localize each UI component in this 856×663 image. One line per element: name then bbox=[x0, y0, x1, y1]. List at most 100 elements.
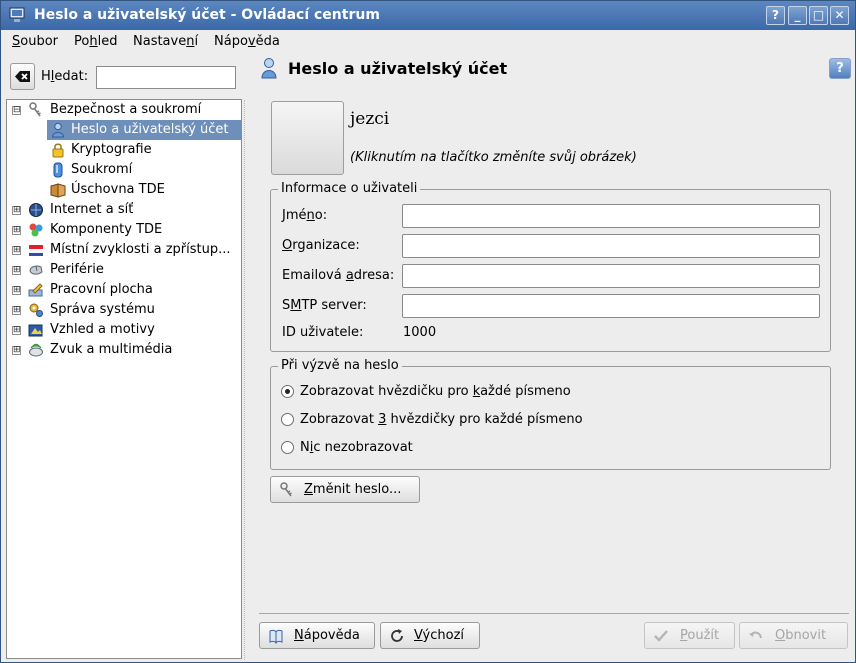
minimize-button[interactable]: _ bbox=[788, 6, 807, 25]
expand-icon[interactable]: ⊞ bbox=[12, 226, 21, 235]
face-image-button[interactable] bbox=[271, 101, 344, 175]
menu-soubor[interactable]: Soubor bbox=[12, 34, 58, 49]
expand-icon[interactable]: ⊞ bbox=[12, 326, 21, 335]
menu-label-pre: Nastave bbox=[133, 34, 187, 49]
tree-item-label: Vzhled a motivy bbox=[50, 322, 155, 337]
username-label: jezci bbox=[350, 109, 390, 129]
option-label: Zobrazovat hvězdičku pro každé písmeno bbox=[300, 384, 571, 399]
user-id-value: 1000 bbox=[403, 325, 437, 340]
tree-item-label: Správa systému bbox=[50, 302, 155, 317]
tree-item-mistni[interactable]: ⊞ Místní zvyklosti a zpřístup... bbox=[7, 240, 241, 260]
components-icon bbox=[29, 223, 43, 237]
flag-icon bbox=[29, 245, 43, 256]
lock-icon bbox=[52, 143, 64, 158]
menu-label-post: oubor bbox=[20, 34, 59, 49]
label-post: bnovit bbox=[785, 628, 827, 643]
context-help-button[interactable]: ? bbox=[766, 6, 785, 25]
label-accel: n bbox=[306, 208, 315, 223]
group-title: Při výzvě na heslo bbox=[278, 358, 402, 373]
button-label: Změnit heslo... bbox=[304, 482, 401, 497]
tree-item-internet[interactable]: ⊞ Internet a síť bbox=[7, 200, 241, 220]
menu-pohled[interactable]: Pohled bbox=[74, 34, 117, 49]
expand-icon[interactable]: ⊞ bbox=[12, 206, 21, 215]
tree-item-heslo-selected[interactable]: Heslo a uživatelský účet bbox=[7, 120, 241, 140]
option-label: Nic nezobrazovat bbox=[300, 440, 413, 455]
menu-nastaveni[interactable]: Nastavení bbox=[133, 34, 198, 49]
tree-item-periferie[interactable]: ⊞ Periférie bbox=[7, 260, 241, 280]
label-accel: O bbox=[282, 238, 293, 253]
menu-label-accel: h bbox=[89, 34, 98, 49]
menu-bar: Soubor Pohled Nastavení Nápověda bbox=[1, 30, 855, 54]
label-post: ýchozí bbox=[422, 628, 465, 643]
panel-splitter[interactable] bbox=[244, 100, 247, 660]
tree-item-vzhled[interactable]: ⊞ Vzhled a motivy bbox=[7, 320, 241, 340]
collapse-icon[interactable]: ⊟ bbox=[12, 106, 21, 115]
tree-item-pracovni[interactable]: ⊞ Pracovní plocha bbox=[7, 280, 241, 300]
tree-item-uschovna[interactable]: Úschovna TDE bbox=[7, 180, 241, 200]
module-tree[interactable]: ⊟ Bezpečnost a soukromí Heslo a uživatel… bbox=[6, 99, 242, 659]
organization-field[interactable] bbox=[402, 234, 820, 258]
tree-item-label: Periférie bbox=[50, 262, 104, 277]
defaults-button[interactable]: Výchozí bbox=[380, 622, 480, 649]
user-icon bbox=[51, 122, 65, 138]
clear-left-icon bbox=[15, 71, 30, 82]
control-center-window: Heslo a uživatelský účet - Ovládací cent… bbox=[0, 0, 856, 663]
button-label: Výchozí bbox=[414, 628, 464, 643]
expand-icon[interactable]: ⊞ bbox=[12, 246, 21, 255]
radio-checked-icon[interactable] bbox=[281, 385, 294, 398]
radio-unchecked-icon[interactable] bbox=[281, 413, 294, 426]
expand-icon[interactable]: ⊞ bbox=[12, 346, 21, 355]
button-label: Obnovit bbox=[775, 628, 826, 643]
help-button[interactable]: Nápověda bbox=[259, 622, 375, 649]
search-label-post: edat: bbox=[54, 69, 89, 84]
tree-item-soukromi[interactable]: Soukromí bbox=[7, 160, 241, 180]
undo-icon bbox=[749, 631, 762, 639]
expand-icon[interactable]: ⊞ bbox=[12, 306, 21, 315]
expand-icon[interactable]: ⊞ bbox=[12, 266, 21, 275]
name-field[interactable] bbox=[402, 204, 820, 228]
expand-icon[interactable]: ⊞ bbox=[12, 286, 21, 295]
change-password-button[interactable]: Změnit heslo... bbox=[270, 476, 420, 503]
search-label: Hledat: bbox=[41, 69, 88, 84]
user-account-icon bbox=[261, 58, 277, 79]
email-field[interactable] bbox=[402, 264, 820, 288]
close-button[interactable]: ✕ bbox=[830, 6, 849, 25]
email-label: Emailová adresa: bbox=[282, 268, 394, 283]
keys-icon bbox=[280, 482, 292, 497]
label-post: TP server: bbox=[301, 298, 367, 313]
tree-item-bezpecnost[interactable]: ⊟ Bezpečnost a soukromí bbox=[7, 100, 241, 120]
tree-item-label: Bezpečnost a soukromí bbox=[50, 102, 202, 117]
reload-icon bbox=[391, 629, 403, 642]
privacy-icon bbox=[53, 162, 63, 178]
maximize-button[interactable]: □ bbox=[809, 6, 828, 25]
name-label: Jméno: bbox=[282, 208, 327, 223]
mouse-icon bbox=[29, 265, 43, 275]
reset-button[interactable]: Obnovit bbox=[739, 622, 848, 649]
page-title: Heslo a uživatelský účet bbox=[288, 59, 508, 78]
label-accel: M bbox=[290, 298, 302, 313]
tree-item-kryptografie[interactable]: Kryptografie bbox=[7, 140, 241, 160]
menu-label-post: ěda bbox=[255, 34, 280, 49]
smtp-server-field[interactable] bbox=[402, 294, 820, 318]
tree-item-komponenty[interactable]: ⊞ Komponenty TDE bbox=[7, 220, 241, 240]
user-id-label: ID uživatele: bbox=[282, 325, 364, 340]
clear-search-button[interactable] bbox=[10, 63, 35, 90]
tree-item-label: Komponenty TDE bbox=[50, 222, 163, 237]
label-accel: a bbox=[345, 268, 354, 283]
menu-napoveda[interactable]: Nápověda bbox=[214, 34, 280, 49]
whats-this-help-button[interactable]: ? bbox=[829, 58, 851, 79]
radio-unchecked-icon[interactable] bbox=[281, 441, 294, 454]
label-accel: N bbox=[294, 628, 304, 643]
tree-item-zvuk[interactable]: ⊞ Zvuk a multimédia bbox=[7, 340, 241, 360]
title-bar[interactable]: Heslo a uživatelský účet - Ovládací cent… bbox=[1, 1, 855, 30]
label-post: hvězdičky pro každé písmeno bbox=[386, 412, 583, 427]
tree-item-label: Úschovna TDE bbox=[71, 182, 165, 197]
apply-button[interactable]: Použít bbox=[644, 622, 735, 649]
tree-item-sprava[interactable]: ⊞ Správa systému bbox=[7, 300, 241, 320]
label-pre: Emailová bbox=[282, 268, 346, 283]
gears-icon bbox=[29, 303, 43, 317]
option-label: Zobrazovat 3 hvězdičky pro každé písmeno bbox=[300, 412, 583, 427]
search-input[interactable] bbox=[96, 66, 236, 89]
separator bbox=[259, 613, 849, 614]
label-post: oužít bbox=[687, 628, 720, 643]
